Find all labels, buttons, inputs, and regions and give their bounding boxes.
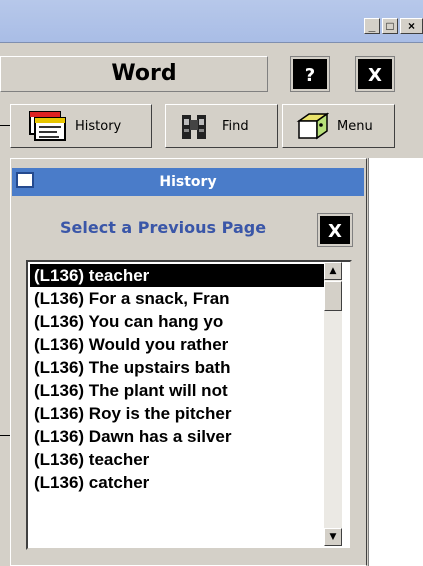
binoculars-icon: [180, 111, 208, 141]
list-item[interactable]: (L136) Roy is the pitcher: [34, 402, 324, 425]
dialog-title: History: [12, 168, 364, 196]
list-item[interactable]: (L136) You can hang yo: [34, 310, 324, 333]
window-title-bar: [0, 0, 423, 43]
menu-button[interactable]: Menu: [282, 104, 395, 148]
content-area: [368, 158, 423, 566]
list-item[interactable]: (L136) Would you rather: [34, 333, 324, 356]
scroll-thumb[interactable]: [324, 281, 342, 311]
list-item[interactable]: (L136) catcher: [34, 471, 324, 494]
window-close-button[interactable]: ×: [400, 18, 423, 34]
list-item[interactable]: (L136) The upstairs bath: [34, 356, 324, 379]
history-list[interactable]: (L136) teacher (L136) For a snack, Fran …: [26, 260, 352, 550]
page-title: Word: [0, 56, 268, 92]
callout-line: [0, 125, 10, 126]
minimize-button[interactable]: _: [364, 18, 380, 34]
list-item[interactable]: (L136) teacher: [34, 448, 324, 471]
header-close-button[interactable]: X: [355, 56, 395, 92]
list-item[interactable]: (L136) For a snack, Fran: [34, 287, 324, 310]
list-item[interactable]: (L136) teacher: [30, 264, 324, 287]
menu-box-icon: [295, 111, 330, 141]
menu-button-label: Menu: [337, 118, 373, 134]
maximize-button[interactable]: □: [382, 18, 398, 34]
list-item[interactable]: (L136) The plant will not: [34, 379, 324, 402]
dialog-close-button[interactable]: X: [317, 213, 353, 247]
dialog-subtitle: Select a Previous Page: [60, 218, 267, 237]
find-button[interactable]: Find: [165, 104, 278, 148]
history-icon: [29, 110, 67, 142]
scroll-down-button[interactable]: ▼: [324, 528, 342, 546]
history-button[interactable]: History: [10, 104, 152, 148]
dialog-window-icon: [16, 172, 34, 188]
history-button-label: History: [75, 118, 122, 134]
find-button-label: Find: [222, 118, 249, 134]
list-item[interactable]: (L136) Dawn has a silver: [34, 425, 324, 448]
help-button[interactable]: ?: [290, 56, 330, 92]
scroll-up-button[interactable]: ▲: [324, 262, 342, 280]
